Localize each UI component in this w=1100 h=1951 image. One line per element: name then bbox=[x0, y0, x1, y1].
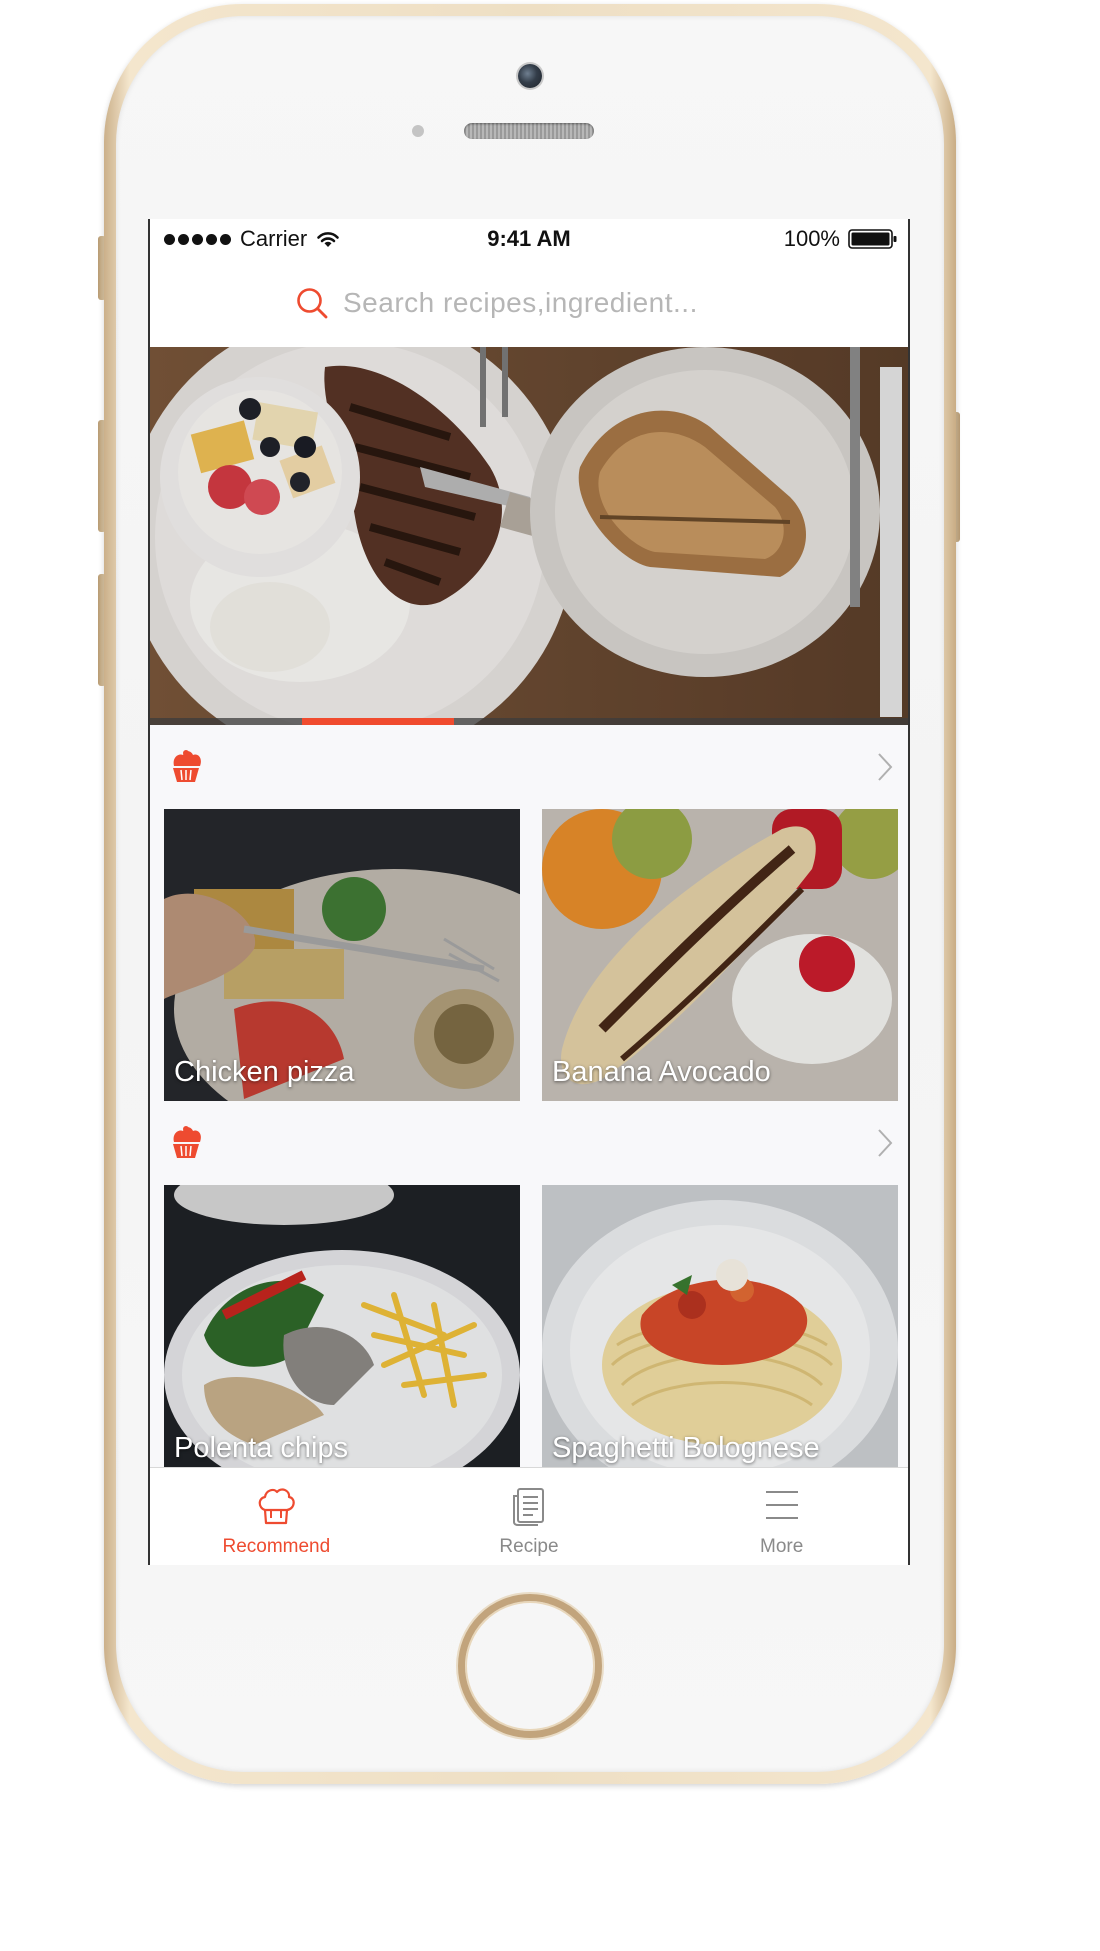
chef-hat-icon bbox=[258, 1488, 296, 1525]
cupcake-icon bbox=[173, 1126, 201, 1158]
earpiece-speaker bbox=[464, 123, 594, 139]
app-screen: Carrier 9:41 AM 100% Search recipes,ingr… bbox=[148, 219, 910, 1565]
carousel-indicator-track bbox=[150, 718, 908, 725]
recipe-book-icon bbox=[513, 1488, 544, 1526]
chevron-right-icon[interactable] bbox=[876, 751, 894, 783]
tab-label: Recipe bbox=[499, 1536, 559, 1557]
chevron-right-icon[interactable] bbox=[876, 1127, 894, 1159]
search-bar bbox=[150, 259, 908, 347]
tab-more[interactable]: More bbox=[655, 1468, 908, 1565]
home-button[interactable] bbox=[458, 1594, 602, 1738]
status-bar: Carrier 9:41 AM 100% bbox=[150, 219, 908, 259]
carousel-indicator-active bbox=[302, 718, 454, 725]
front-camera bbox=[518, 64, 542, 88]
tab-bar: Recommend Recipe More bbox=[150, 1467, 908, 1565]
proximity-sensor bbox=[412, 125, 424, 137]
section-header[interactable] bbox=[150, 1101, 908, 1185]
tab-recommend[interactable]: Recommend bbox=[150, 1468, 403, 1565]
recipe-title: Polenta chips bbox=[174, 1432, 349, 1464]
recipe-title: Chicken pizza bbox=[174, 1056, 355, 1088]
battery-percentage: 100% bbox=[783, 226, 840, 251]
hero-image bbox=[150, 347, 908, 725]
recipe-card[interactable]: Spaghetti Bolognese bbox=[542, 1185, 898, 1477]
recipe-card[interactable]: Chicken pizza bbox=[164, 809, 520, 1101]
search-icon[interactable] bbox=[295, 286, 329, 320]
hero-banner[interactable] bbox=[150, 347, 908, 725]
search-input[interactable] bbox=[343, 287, 763, 319]
section-header[interactable] bbox=[150, 725, 908, 809]
tab-label: More bbox=[760, 1536, 804, 1557]
tab-recipe[interactable]: Recipe bbox=[403, 1468, 656, 1565]
recipe-title: Banana Avocado bbox=[552, 1056, 771, 1088]
recipe-card[interactable]: Polenta chips bbox=[164, 1185, 520, 1477]
recipe-card[interactable]: Banana Avocado bbox=[542, 809, 898, 1101]
cupcake-icon bbox=[173, 750, 201, 782]
tab-label: Recommend bbox=[222, 1536, 331, 1557]
status-right: 100% bbox=[784, 226, 898, 252]
menu-icon bbox=[765, 1491, 798, 1519]
recipe-title: Spaghetti Bolognese bbox=[552, 1432, 820, 1464]
battery-icon bbox=[848, 229, 897, 249]
